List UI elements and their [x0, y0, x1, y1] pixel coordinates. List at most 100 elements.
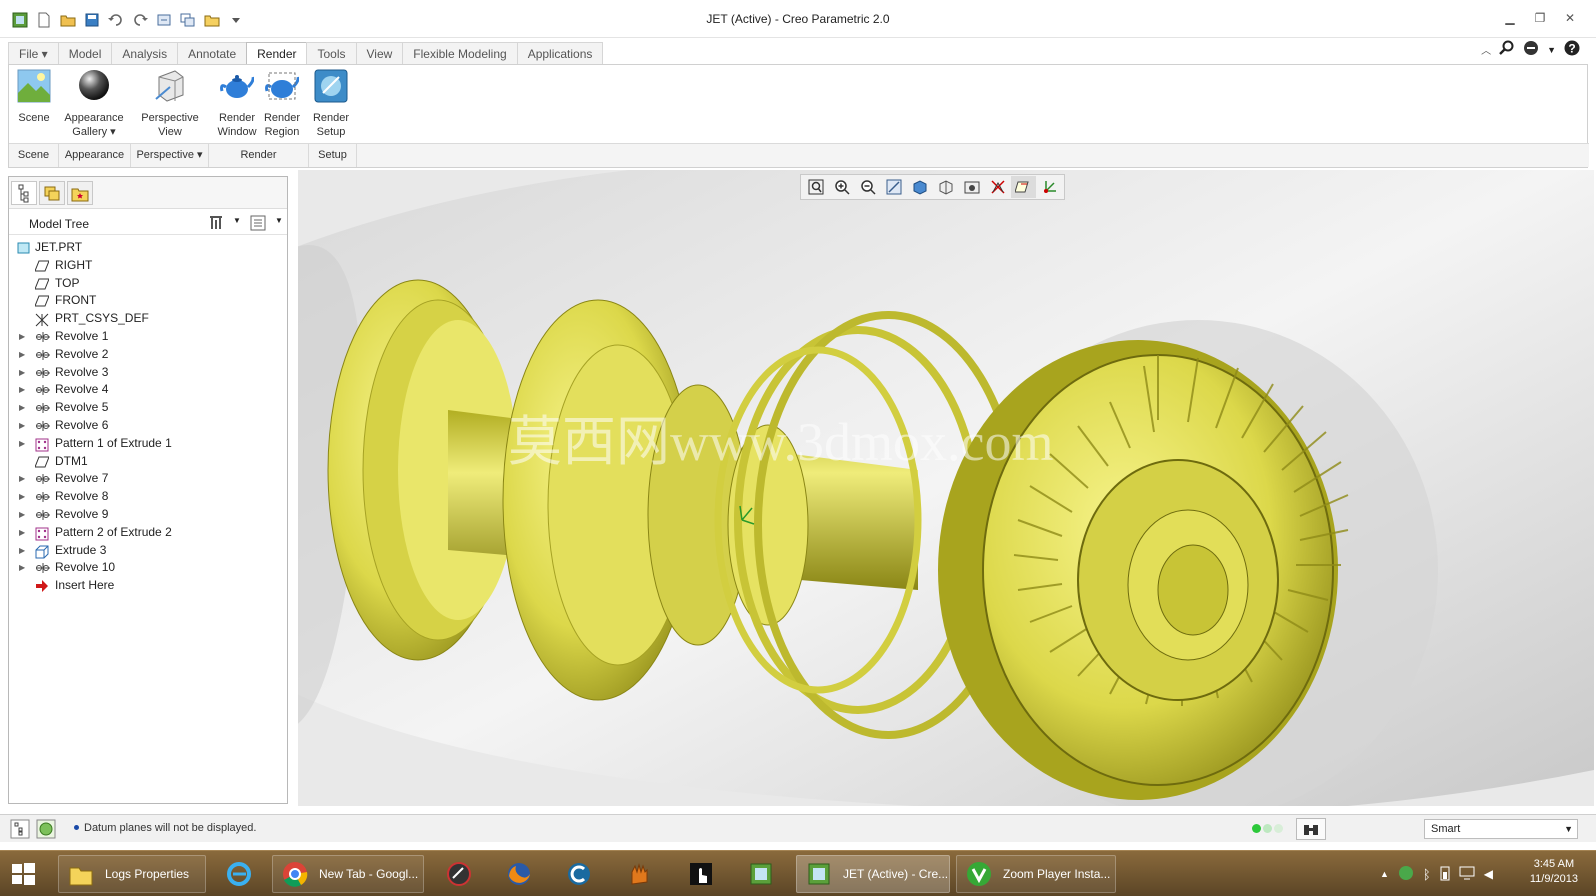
system-clock[interactable]: 3:45 AM 11/9/2013: [1530, 857, 1578, 887]
taskbar-item[interactable]: [736, 855, 786, 893]
tree-item[interactable]: ▶ Revolve 7: [13, 470, 285, 488]
refit-icon[interactable]: [803, 176, 828, 198]
tab-applications[interactable]: Applications: [516, 42, 604, 64]
taskbar-item[interactable]: [434, 855, 484, 893]
group-appearance[interactable]: Appearance: [59, 144, 131, 167]
expand-arrow-icon[interactable]: ▶: [19, 488, 29, 506]
repaint-icon[interactable]: [881, 176, 906, 198]
group-perspective[interactable]: Perspective ▾: [131, 144, 209, 167]
view-manager-icon[interactable]: [959, 176, 984, 198]
tree-item[interactable]: RIGHT: [13, 257, 285, 275]
datum-planes-toggle-icon[interactable]: [1011, 176, 1036, 198]
model-tree-tab[interactable]: [11, 181, 37, 205]
taskbar-item[interactable]: [494, 855, 544, 893]
folder-browser-tab[interactable]: [39, 181, 65, 205]
display-icon[interactable]: [1459, 866, 1475, 883]
tree-settings-icon[interactable]: [207, 214, 225, 235]
group-setup[interactable]: Setup: [309, 144, 357, 167]
tab-file[interactable]: File ▾: [8, 42, 59, 64]
taskbar-item[interactable]: New Tab - Googl...: [272, 855, 424, 893]
taskbar-item[interactable]: JET (Active) - Cre...: [796, 855, 950, 893]
tree-item[interactable]: ▶ Extrude 3: [13, 542, 285, 560]
favorites-tab[interactable]: [67, 181, 93, 205]
perspective-view-button[interactable]: Perspective View: [139, 69, 201, 139]
expand-arrow-icon[interactable]: ▶: [19, 381, 29, 399]
expand-arrow-icon[interactable]: ▶: [19, 399, 29, 417]
tab-render[interactable]: Render: [246, 42, 308, 65]
scene-button[interactable]: Scene: [15, 69, 53, 125]
tree-item[interactable]: ▶ Revolve 6: [13, 417, 285, 435]
expand-arrow-icon[interactable]: ▶: [19, 506, 29, 524]
zoom-in-icon[interactable]: [829, 176, 854, 198]
tree-settings-dropdown-icon[interactable]: ▼: [233, 216, 241, 225]
jet-engine-model[interactable]: 莫西网www.3dmox.com: [298, 170, 1594, 806]
csys-display-icon[interactable]: [1037, 176, 1062, 198]
tree-item[interactable]: ▶ Revolve 3: [13, 364, 285, 382]
render-window-button[interactable]: Render Window: [215, 69, 259, 139]
taskbar-item[interactable]: Zoom Player Insta...: [956, 855, 1116, 893]
battery-icon[interactable]: [1440, 865, 1450, 884]
tree-item[interactable]: TOP: [13, 275, 285, 293]
bluetooth-icon[interactable]: ᛒ: [1423, 867, 1431, 882]
expand-arrow-icon[interactable]: ▶: [19, 328, 29, 346]
expand-arrow-icon[interactable]: ▶: [19, 524, 29, 542]
community-dropdown-icon[interactable]: ▼: [1547, 45, 1556, 55]
tree-item[interactable]: ▶ Revolve 1: [13, 328, 285, 346]
tree-item[interactable]: DTM1: [13, 453, 285, 471]
render-setup-button[interactable]: Render Setup: [309, 69, 353, 139]
tab-flexible-modeling[interactable]: Flexible Modeling: [402, 42, 518, 64]
tree-item[interactable]: ▶ Pattern 1 of Extrude 1: [13, 435, 285, 453]
taskbar-item[interactable]: [214, 855, 264, 893]
tree-item[interactable]: ▶ Pattern 2 of Extrude 2: [13, 524, 285, 542]
collapse-ribbon-icon[interactable]: ︿: [1481, 42, 1491, 57]
display-style-icon[interactable]: [907, 176, 932, 198]
zoom-out-icon[interactable]: [855, 176, 880, 198]
tab-view[interactable]: View: [355, 42, 404, 64]
tab-tools[interactable]: Tools: [306, 42, 357, 64]
expand-arrow-icon[interactable]: ▶: [19, 346, 29, 364]
taskbar-item[interactable]: Logs Properties: [58, 855, 206, 893]
browser-toggle-icon[interactable]: [36, 819, 56, 842]
show-dropdown-icon[interactable]: [249, 214, 267, 235]
tree-item[interactable]: FRONT: [13, 292, 285, 310]
maximize-icon[interactable]: ❐: [1532, 10, 1548, 26]
tree-item[interactable]: Insert Here: [13, 577, 285, 595]
expand-arrow-icon[interactable]: ▶: [19, 364, 29, 382]
tree-item[interactable]: ▶ Revolve 9: [13, 506, 285, 524]
expand-arrow-icon[interactable]: ▶: [19, 470, 29, 488]
tree-item[interactable]: ▶ Revolve 5: [13, 399, 285, 417]
taskbar-item[interactable]: [676, 855, 726, 893]
render-region-button[interactable]: Render Region: [261, 69, 303, 139]
community-icon[interactable]: [1523, 40, 1539, 59]
tab-analysis[interactable]: Analysis: [111, 42, 179, 64]
search-icon[interactable]: [1499, 40, 1515, 59]
datum-display-icon[interactable]: [985, 176, 1010, 198]
tree-item[interactable]: ▶ Revolve 2: [13, 346, 285, 364]
tray-expand-icon[interactable]: ▲: [1380, 869, 1389, 879]
selection-filter-select[interactable]: Smart ▼: [1424, 819, 1578, 839]
taskbar-item[interactable]: [554, 855, 604, 893]
tab-model[interactable]: Model: [57, 42, 113, 64]
expand-arrow-icon[interactable]: ▶: [19, 559, 29, 577]
expand-arrow-icon[interactable]: ▶: [19, 542, 29, 560]
find-icon[interactable]: [1296, 818, 1326, 840]
volume-icon[interactable]: ◀: [1484, 867, 1493, 881]
show-dropdown-arrow-icon[interactable]: ▼: [275, 216, 283, 225]
minimize-icon[interactable]: ▁: [1502, 10, 1518, 26]
tree-item[interactable]: ▶ Revolve 4: [13, 381, 285, 399]
tab-annotate[interactable]: Annotate: [177, 42, 248, 64]
expand-arrow-icon[interactable]: ▶: [19, 417, 29, 435]
taskbar-item[interactable]: [614, 855, 664, 893]
network-globe-icon[interactable]: [1398, 865, 1414, 884]
tree-item[interactable]: JET.PRT: [13, 239, 285, 257]
group-scene[interactable]: Scene: [9, 144, 59, 167]
expand-arrow-icon[interactable]: ▶: [19, 435, 29, 453]
tree-item[interactable]: PRT_CSYS_DEF: [13, 310, 285, 328]
navigator-toggle-icon[interactable]: [10, 819, 30, 842]
close-icon[interactable]: ✕: [1562, 10, 1578, 26]
saved-orientations-icon[interactable]: [933, 176, 958, 198]
appearance-gallery-button[interactable]: Appearance Gallery ▾: [61, 69, 127, 139]
help-icon[interactable]: ?: [1564, 40, 1580, 59]
start-button[interactable]: [8, 855, 48, 893]
graphics-viewport[interactable]: 莫西网www.3dmox.com: [298, 170, 1594, 806]
